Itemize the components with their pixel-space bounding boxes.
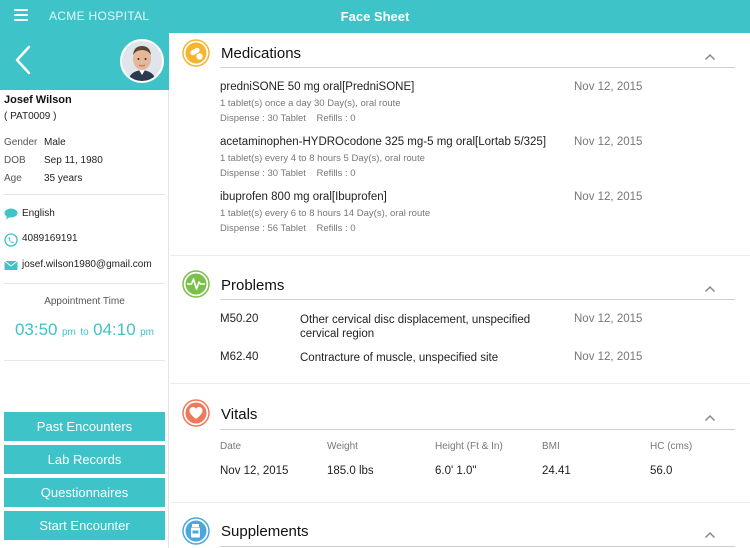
questionnaires-button[interactable]: Questionnaires	[4, 478, 165, 507]
gender-row: Gender Male	[4, 137, 66, 148]
vitals-hc: 56.0	[650, 465, 673, 477]
section-divider	[220, 299, 735, 300]
medication-dispense: Dispense : 30 Tablet Refills : 0	[220, 168, 356, 179]
phone-value: 4089169191	[22, 233, 78, 244]
chevron-up-icon[interactable]	[704, 414, 716, 422]
vitals-bmi: 24.41	[542, 465, 571, 477]
appointment-end: 04:10	[93, 320, 136, 339]
medication-date: Nov 12, 2015	[574, 81, 643, 93]
patient-sidebar: Josef Wilson ( PAT0009 ) Gender Male DOB S…	[0, 33, 169, 548]
problem-code: M50.20	[220, 313, 259, 325]
medication-name: predniSONE 50 mg oral[PredniSONE]	[220, 81, 415, 93]
section-divider	[220, 546, 735, 547]
page-title: Face Sheet	[340, 9, 410, 24]
appointment-time: 03:50 pm to 04:10 pm	[0, 320, 169, 340]
problem-description: Other cervical disc displacement, unspec…	[300, 314, 531, 340]
divider	[4, 283, 165, 284]
section-separator	[170, 255, 750, 256]
medication-dispense: Dispense : 30 Tablet Refills : 0	[220, 113, 356, 124]
patient-header	[0, 33, 169, 90]
patient-id: ( PAT0009 )	[4, 111, 57, 122]
problem-date: Nov 12, 2015	[574, 351, 643, 363]
face-sheet-content[interactable]: Medications predniSONE 50 mg oral[Predni…	[170, 33, 750, 548]
vitals-weight: 185.0 lbs	[327, 465, 374, 477]
medication-name: ibuprofen 800 mg oral[Ibuprofen]	[220, 191, 387, 203]
email-value: josef.wilson1980@gmail.com	[22, 259, 152, 270]
bottle-icon	[182, 517, 210, 545]
gender-label: Gender	[4, 137, 38, 148]
language-value: English	[22, 208, 55, 219]
section-divider	[220, 429, 735, 430]
appointment-end-suffix: pm	[140, 327, 155, 338]
problem-description: Contracture of muscle, unspecified site	[300, 352, 499, 364]
chevron-up-icon[interactable]	[704, 53, 716, 61]
appointment-start-suffix: pm	[61, 327, 76, 338]
vitals-date: Nov 12, 2015	[220, 465, 289, 477]
medications-title: Medications	[221, 45, 302, 62]
appointment-to: to	[80, 327, 89, 338]
age-value: 35 years	[44, 173, 83, 184]
medication-instructions: 1 tablet(s) every 6 to 8 hours 14 Day(s)…	[220, 208, 431, 219]
medication-name: acetaminophen-HYDROcodone 325 mg-5 mg or…	[220, 136, 547, 148]
medication-dispense: Dispense : 56 Tablet Refills : 0	[220, 223, 356, 234]
appointment-label: Appointment Time	[44, 296, 125, 307]
avatar	[120, 39, 164, 83]
divider	[4, 360, 165, 361]
vitals-header-weight: Weight	[327, 441, 358, 452]
problems-title: Problems	[221, 277, 285, 294]
chevron-up-icon[interactable]	[704, 285, 716, 293]
problem-date: Nov 12, 2015	[574, 313, 643, 325]
pills-icon	[182, 39, 210, 67]
dob-value: Sep 11, 1980	[44, 155, 103, 166]
speech-bubble-icon	[4, 208, 18, 220]
past-encounters-button[interactable]: Past Encounters	[4, 412, 165, 441]
patient-name: Josef Wilson	[4, 94, 72, 106]
medication-instructions: 1 tablet(s) once a day 30 Day(s), oral r…	[220, 98, 401, 109]
vitals-header-height: Height (Ft & In)	[435, 441, 503, 452]
vitals-header-hc: HC (cms)	[650, 441, 693, 452]
start-encounter-button[interactable]: Start Encounter	[4, 511, 165, 540]
heart-icon	[182, 399, 210, 427]
problem-code: M62.40	[220, 351, 259, 363]
dob-label: DOB	[4, 155, 26, 166]
divider	[4, 194, 165, 195]
gender-value: Male	[44, 137, 66, 148]
vitals-header-bmi: BMI	[542, 441, 560, 452]
vitals-header-date: Date	[220, 441, 242, 452]
section-separator	[170, 383, 750, 384]
chevron-up-icon[interactable]	[704, 531, 716, 539]
medication-date: Nov 12, 2015	[574, 136, 643, 148]
supplements-title: Supplements	[221, 523, 309, 540]
medication-date: Nov 12, 2015	[574, 191, 643, 203]
chevron-left-icon[interactable]	[14, 45, 32, 75]
vitals-title: Vitals	[221, 406, 258, 423]
medication-instructions: 1 tablet(s) every 4 to 8 hours 5 Day(s),…	[220, 153, 425, 164]
section-separator	[170, 502, 750, 503]
phone-icon	[4, 233, 18, 247]
appointment-start: 03:50	[14, 320, 58, 339]
age-label: Age	[4, 173, 22, 184]
vitals-height: 6.0' 1.0"	[435, 465, 477, 477]
heartbeat-icon	[182, 270, 210, 298]
section-divider	[220, 67, 735, 68]
envelope-icon	[4, 260, 18, 270]
age-row: Age 35 years	[4, 173, 82, 184]
lab-records-button[interactable]: Lab Records	[4, 445, 165, 474]
dob-row: DOB Sep 11, 1980	[4, 155, 103, 166]
top-bar: ACME HOSPITAL Face Sheet	[0, 0, 750, 33]
